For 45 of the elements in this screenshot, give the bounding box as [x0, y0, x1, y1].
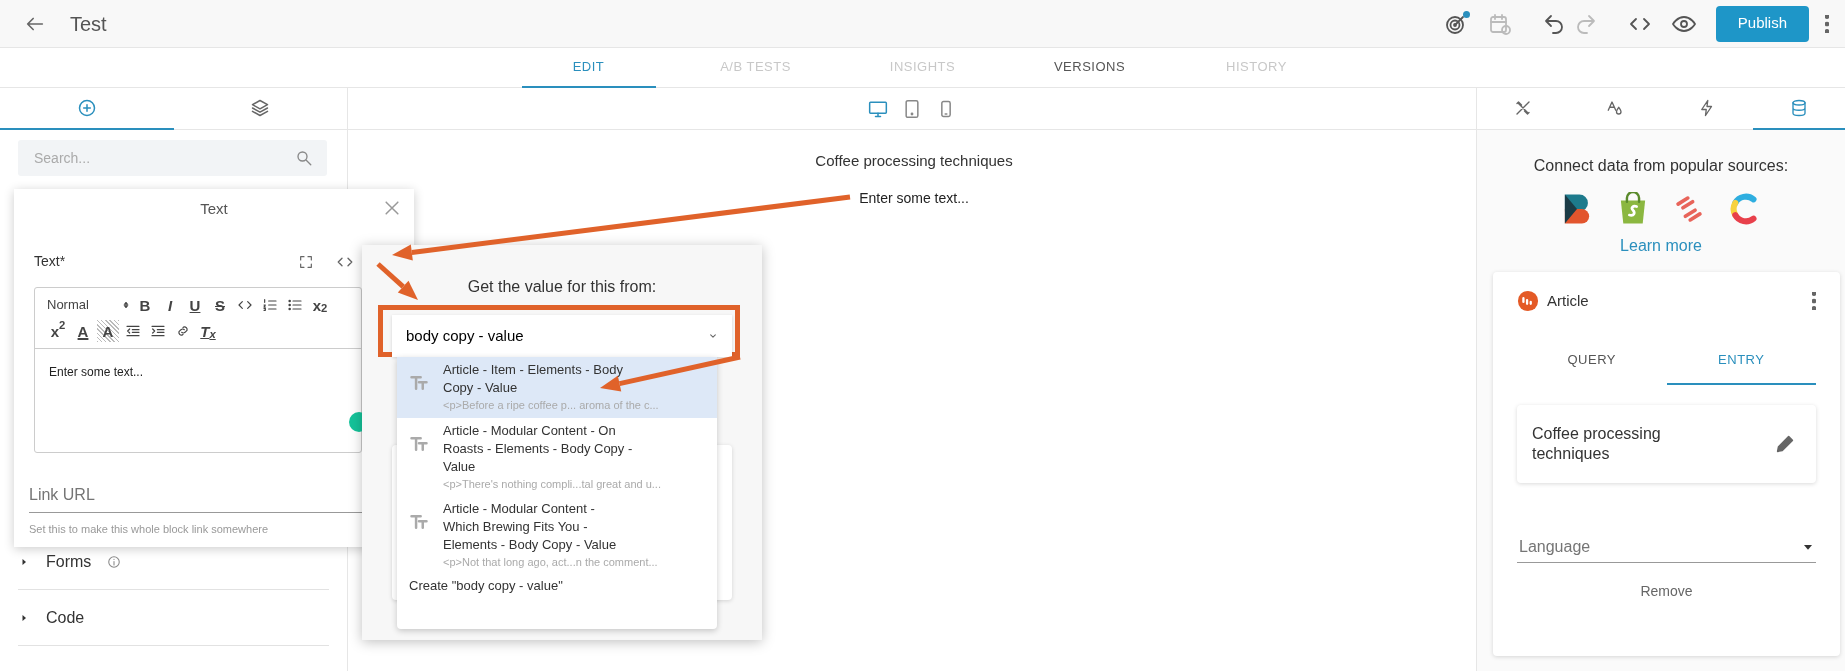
option-title: Article - Modular Content - Which Brewing Fits You - Elements - Body Copy - Value	[443, 500, 618, 554]
search-field[interactable]: Search...	[32, 146, 295, 170]
option-title: Article - Item - Elements - Body Copy - Value	[443, 361, 624, 397]
format-select[interactable]: Normal	[47, 295, 131, 315]
create-option[interactable]: Create "body copy - value"	[397, 575, 563, 595]
option-title: Article - Modular Content - On Roasts - Elements - Body Copy - Value	[443, 421, 633, 476]
source-select[interactable]: body copy - value	[392, 315, 732, 357]
strike-button[interactable]: S	[209, 294, 231, 316]
field-label: Text*	[34, 252, 66, 271]
clean-button[interactable]: T$_{x}$	[197, 320, 219, 342]
entry-title: Coffee processing techniques	[1532, 423, 1662, 464]
language-field[interactable]: Language	[1517, 534, 1800, 560]
canvas-heading: Coffee processing techniques	[815, 151, 1013, 171]
dialog-title: Get the value for this from:	[467, 277, 657, 297]
helper-text: Set this to make this whole block link somewhere	[29, 522, 269, 537]
canvas-text: Enter some text...	[859, 188, 969, 208]
option-preview: <p>There's nothing compli...tal great and u...	[443, 476, 661, 492]
option-preview: <p>Before a ripe coffee p... aroma of the c...	[443, 398, 659, 413]
underline-button[interactable]: U	[184, 294, 206, 316]
tab[interactable]: VERSIONS	[1022, 48, 1157, 88]
editor-text: Enter some text...	[49, 364, 144, 381]
italic-button[interactable]: I	[159, 294, 181, 316]
section-header[interactable]: Code	[18, 590, 329, 646]
dialog-title: Text	[200, 199, 228, 219]
source-name: Article	[1547, 291, 1589, 311]
dropdown-option[interactable]: Article - Item - Elements - Body Copy - Value <p>Before a ripe coffee p... aroma of the c...	[397, 357, 717, 418]
color-button[interactable]: A	[72, 320, 94, 342]
source-field[interactable]: body copy - value	[404, 323, 706, 349]
learn-more-link[interactable]: Learn more	[1620, 234, 1702, 258]
section-label: Code	[46, 607, 85, 628]
intro-text: Connect data from popular sources:	[1533, 156, 1789, 176]
background-button[interactable]: A	[97, 320, 119, 342]
remove-button[interactable]: Remove	[1640, 580, 1693, 602]
section-label: Forms	[46, 551, 92, 572]
tab[interactable]: QUERY	[1517, 336, 1667, 385]
option-preview: <p>Not that long ago, act...n the comment...	[443, 555, 658, 570]
dropdown-option[interactable]: Article - Modular Content - On Roasts - Elements - Body Copy - Value <p>There's nothing compli...tal great and u...	[397, 417, 717, 496]
superscript-button[interactable]: x$^{2}$	[47, 320, 69, 342]
page-title: Test	[70, 11, 107, 37]
dropdown-option[interactable]: Article - Modular Content - Which Brewing Fits You - Elements - Body Copy - Value <p>Not that long ago, act...n the comment...	[397, 496, 717, 575]
bold-button[interactable]: B	[134, 294, 156, 316]
tab[interactable]: EDIT	[521, 48, 656, 88]
search-box[interactable]: Search...	[18, 140, 327, 176]
subscript-button[interactable]: x$_{2}$	[309, 294, 331, 316]
tab[interactable]: ENTRY	[1666, 336, 1816, 385]
